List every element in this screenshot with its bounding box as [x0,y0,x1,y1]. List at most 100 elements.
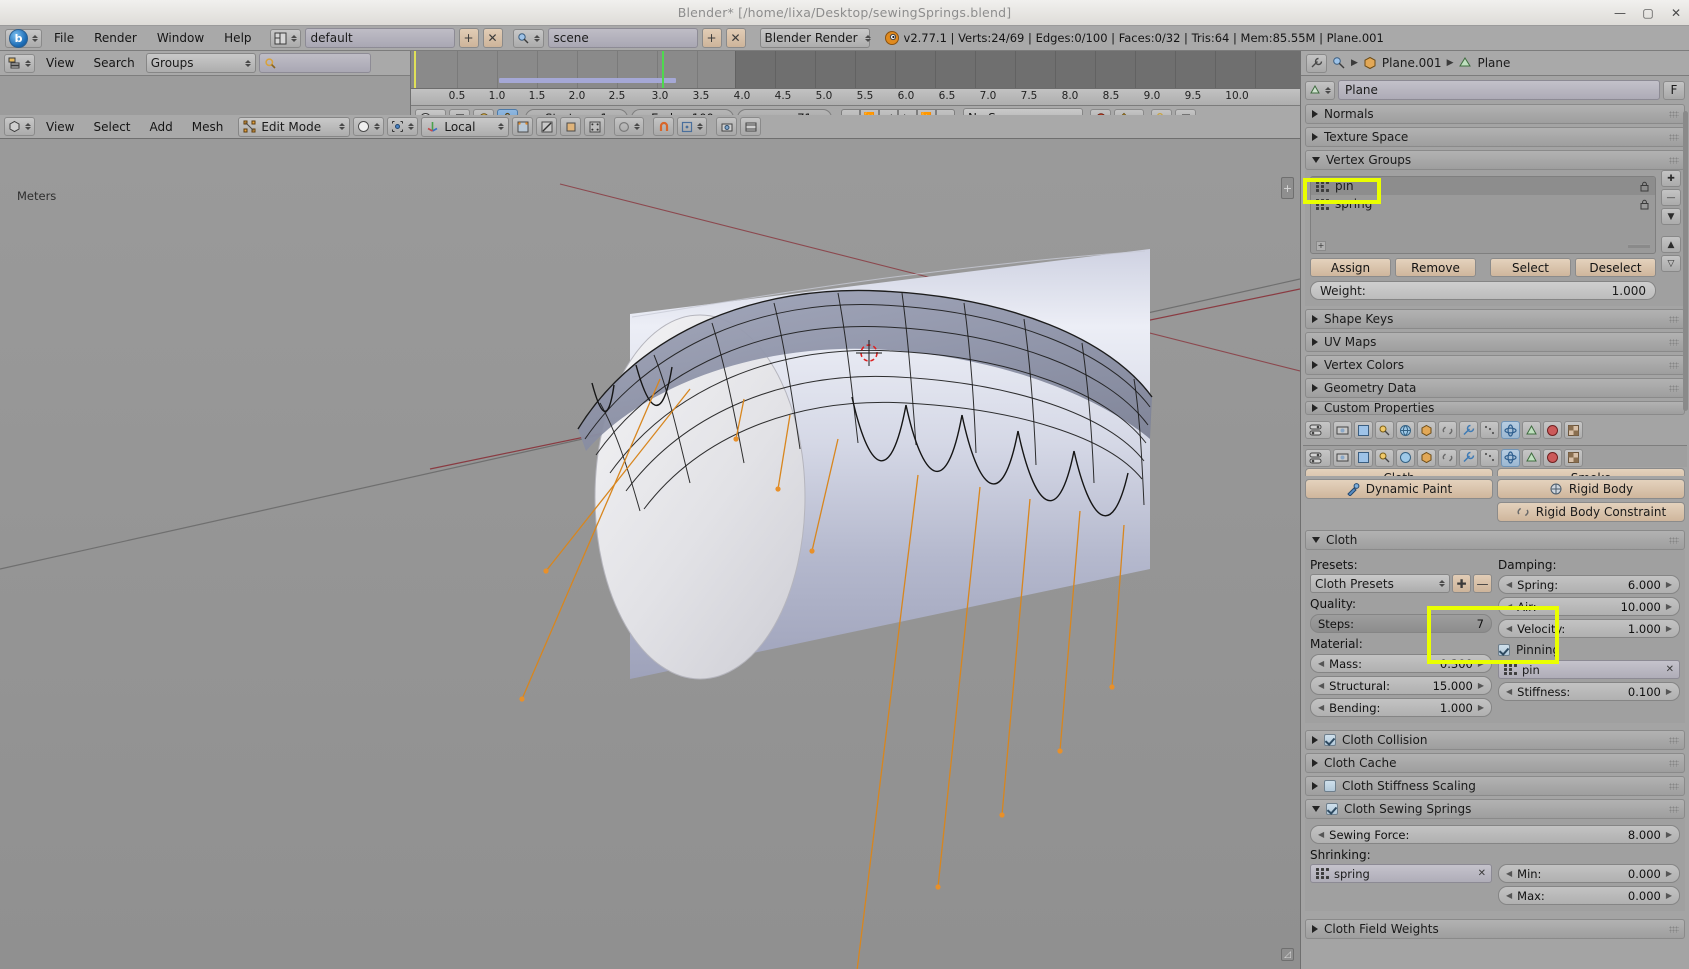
tab-texture-lower[interactable] [1564,448,1583,467]
vertex-group-item-pin[interactable]: pin [1311,177,1655,195]
pivot-point-dropdown[interactable] [387,117,419,136]
tab-physics-lower[interactable] [1501,448,1520,467]
remove-vertex-group-button[interactable]: — [1661,189,1681,206]
tab-render[interactable] [1333,421,1352,439]
tab-data-lower[interactable] [1522,448,1541,467]
pinning-checkbox-row[interactable]: Pinning [1498,643,1680,657]
face-select-mode-button[interactable] [560,117,582,136]
tab-constraints-lower[interactable] [1438,448,1457,467]
add-layout-button[interactable]: + [458,28,479,48]
timeline-track[interactable] [411,51,1300,89]
scene-field[interactable]: scene [547,28,698,48]
snap-element-dropdown[interactable] [677,117,708,136]
deselect-button[interactable]: Deselect [1575,258,1656,277]
cloth-physics-button[interactable]: Cloth [1305,468,1493,476]
cloth-stiffness-scaling-checkbox[interactable] [1324,780,1336,792]
mesh-name-field[interactable]: Plane [1338,80,1660,100]
menu-window[interactable]: Window [149,29,212,47]
tab-world-lower[interactable] [1396,448,1415,467]
tab-constraints[interactable] [1438,421,1457,439]
panel-custom-properties[interactable]: Custom Properties [1305,401,1685,415]
timeline-ruler[interactable]: 0.5 1.0 1.5 2.0 2.5 3.0 3.5 4.0 4.5 5.0 … [411,89,1300,106]
velocity-damping-field[interactable]: ◀ Velocity: 1.000 ▶ [1498,619,1680,638]
tab-material[interactable] [1543,421,1562,439]
shrink-max-field[interactable]: ◀ Max: 0.000 ▶ [1498,886,1680,905]
tab-material-lower[interactable] [1543,448,1562,467]
breadcrumb-mesh[interactable]: Plane [1477,56,1510,70]
clear-pinning-group-icon[interactable]: ✕ [1666,664,1674,675]
move-group-up-button[interactable]: ▲ [1661,236,1681,253]
tab-render-layers[interactable] [1354,421,1373,439]
tab-world[interactable] [1396,421,1415,439]
add-preset-button[interactable]: ✚ [1452,574,1471,593]
panel-cloth-field-weights[interactable]: Cloth Field Weights [1305,919,1685,939]
timeline-playhead[interactable] [662,51,664,88]
quality-steps-field[interactable]: Steps: 7 [1310,614,1492,633]
tab-render-lower[interactable] [1333,448,1352,467]
editor-type-properties-icon[interactable] [1306,53,1327,73]
menu-file[interactable]: File [46,29,82,47]
render-engine-dropdown[interactable]: Blender Render [759,28,871,48]
panel-cloth[interactable]: Cloth [1305,530,1685,550]
panel-cloth-sewing-springs[interactable]: Cloth Sewing Springs [1305,799,1685,819]
viewport-resize-handle[interactable]: ◿ [1281,948,1294,961]
mesh-data-icon[interactable] [1305,80,1335,100]
pinning-vertex-group-field[interactable]: pin ✕ [1498,660,1680,679]
breadcrumb-object[interactable]: Plane.001 [1382,56,1442,70]
tab-scene-lower[interactable] [1375,448,1394,467]
proportional-edit-dropdown[interactable] [614,117,645,136]
shrinking-vertex-group-field[interactable]: spring ✕ [1310,864,1492,883]
tab-particles-lower[interactable] [1480,448,1499,467]
cloth-presets-dropdown[interactable]: Cloth Presets [1310,574,1450,593]
tab-object[interactable] [1417,421,1436,439]
rigid-body-constraint-button[interactable]: Rigid Body Constraint [1497,502,1685,522]
edge-select-mode-button[interactable] [536,117,558,136]
delete-scene-button[interactable]: ✕ [725,28,746,48]
tab-texture[interactable] [1564,421,1583,439]
tab-render-layers-lower[interactable] [1354,448,1373,467]
move-group-down-button[interactable]: ▽ [1661,255,1681,272]
interaction-mode-dropdown[interactable]: Edit Mode [238,116,351,137]
panel-cloth-cache[interactable]: Cloth Cache [1305,753,1685,773]
assign-button[interactable]: Assign [1310,258,1391,277]
properties-scrollbar-upper[interactable] [1683,111,1688,411]
panel-normals[interactable]: Normals [1305,104,1685,124]
outliner-menu-search[interactable]: Search [85,54,142,72]
rigid-body-button[interactable]: Rigid Body [1497,479,1685,499]
bending-field[interactable]: ◀ Bending: 1.000 ▶ [1310,698,1492,717]
vertex-group-lock-icon[interactable] [1639,199,1650,210]
select-button[interactable]: Select [1490,258,1571,277]
screen-layout-icon[interactable] [269,28,301,48]
vertex-group-list[interactable]: pin spring + [1310,176,1656,254]
scene-datablock-icon[interactable] [512,28,544,48]
cloth-sewing-springs-checkbox[interactable] [1326,803,1338,815]
vertex-select-mode-button[interactable] [512,117,534,136]
structural-field[interactable]: ◀ Structural: 15.000 ▶ [1310,676,1492,695]
tab-physics[interactable] [1501,421,1520,439]
viewport-canvas[interactable]: Meters + ◿ [0,139,1300,969]
vertex-group-weight-field[interactable]: Weight: 1.000 [1310,281,1656,300]
panel-cloth-stiffness-scaling[interactable]: Cloth Stiffness Scaling [1305,776,1685,796]
delete-layout-button[interactable]: ✕ [482,28,503,48]
panel-uv-maps[interactable]: UV Maps [1305,332,1685,352]
remove-button[interactable]: Remove [1395,258,1476,277]
add-vertex-group-button[interactable]: ✚ [1661,170,1681,187]
menu-render[interactable]: Render [86,29,145,47]
tab-particles[interactable] [1480,421,1499,439]
pinning-checkbox[interactable] [1498,644,1510,656]
outliner-search-input[interactable] [258,53,371,73]
outliner-tree[interactable] [0,76,410,114]
cloth-collision-checkbox[interactable] [1324,734,1336,746]
sewing-force-field[interactable]: ◀ Sewing Force: 8.000 ▶ [1310,825,1680,844]
air-damping-field[interactable]: ◀ Air: 10.000 ▶ [1498,597,1680,616]
panel-cloth-collision[interactable]: Cloth Collision [1305,730,1685,750]
editor-type-properties-button[interactable] [1305,421,1331,439]
panel-vertex-colors[interactable]: Vertex Colors [1305,355,1685,375]
screen-layout-field[interactable]: default [304,28,455,48]
add-scene-button[interactable]: + [701,28,722,48]
tab-modifiers-lower[interactable] [1459,448,1478,467]
tab-modifiers[interactable] [1459,421,1478,439]
render-opengl-animation-button[interactable] [740,117,762,136]
stiffness-field[interactable]: ◀ Stiffness: 0.100 ▶ [1498,682,1680,701]
limit-selection-visible-button[interactable] [584,117,606,136]
